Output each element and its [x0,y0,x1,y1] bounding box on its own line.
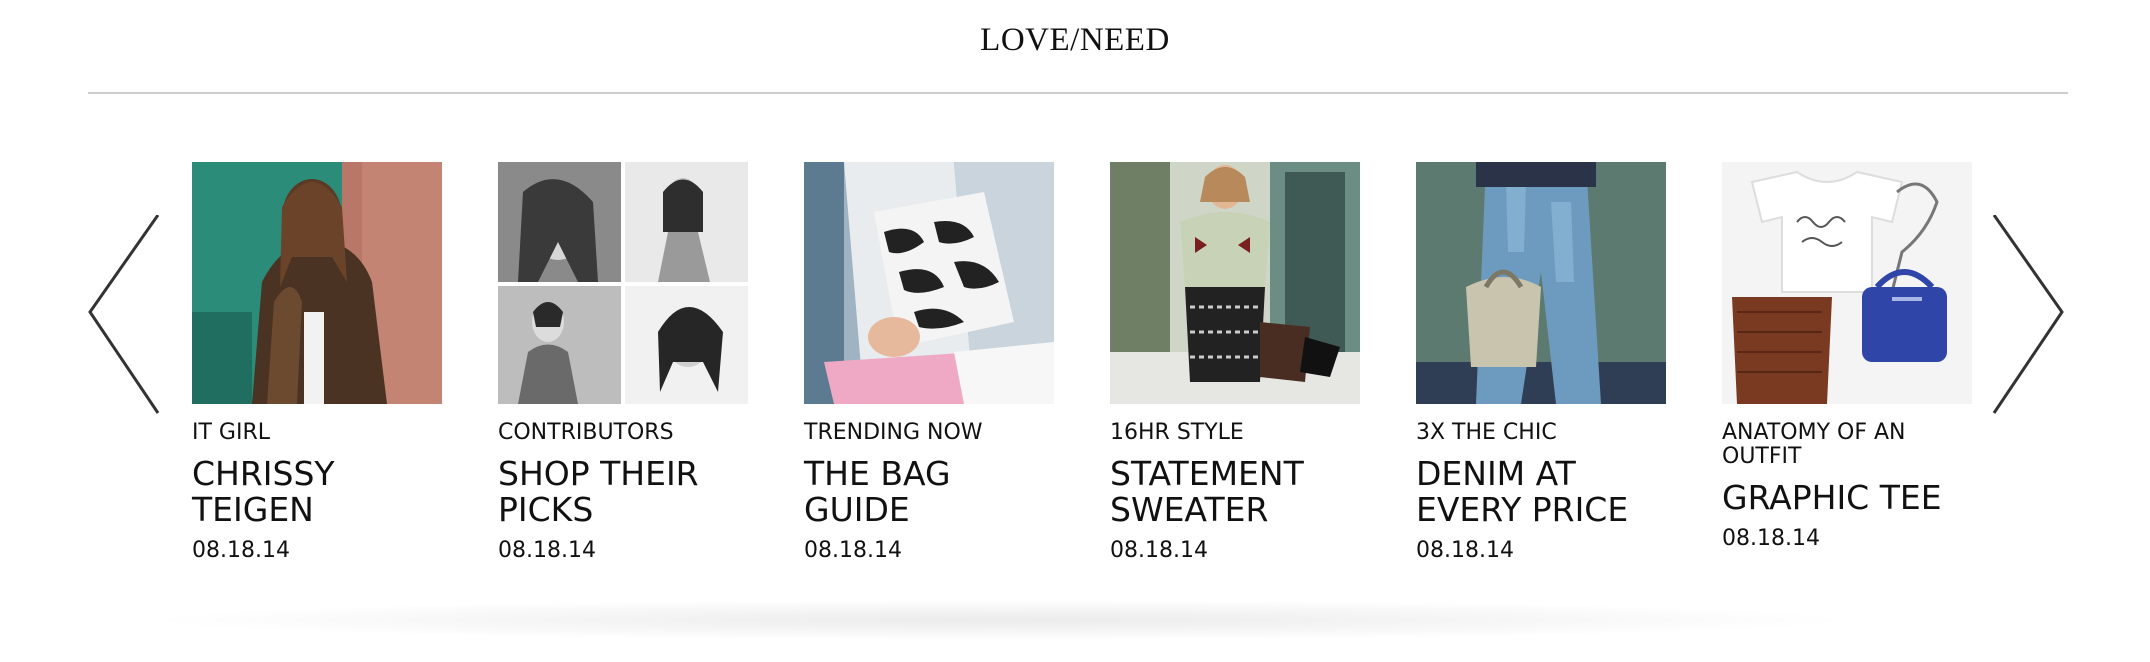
card-category: CONTRIBUTORS [498,420,674,445]
card-date: 08.18.14 [192,538,290,563]
carousel-prev-button[interactable] [82,215,162,415]
section-title: LOVE/NEED [980,22,1170,58]
card-date: 08.18.14 [1110,538,1208,563]
card-date: 08.18.14 [1722,526,1820,551]
card-category: TRENDING NOW [804,420,983,445]
card-thumbnail[interactable] [1416,162,1666,404]
chevron-right-icon [1992,215,2064,414]
carousel-card-contributors[interactable]: CONTRIBUTORS SHOP THEIR PICKS 08.18.14 [498,162,748,564]
card-thumbnail[interactable] [1722,162,1972,404]
carousel-card-graphic-tee[interactable]: ANATOMY OF AN OUTFIT GRAPHIC TEE 08.18.1… [1722,162,1972,552]
carousel-card-statement-sweater[interactable]: 16HR STYLE STATEMENT SWEATER 08.18.14 [1110,162,1360,564]
chevron-left-icon [88,215,160,414]
card-headline[interactable]: SHOP THEIR PICKS [498,456,748,528]
carousel-shadow [160,600,1840,640]
carousel-card-bag-guide[interactable]: TRENDING NOW THE BAG GUIDE 08.18.14 [804,162,1054,564]
card-category: 3X THE CHIC [1416,420,1557,445]
card-thumbnail[interactable] [804,162,1054,404]
card-headline[interactable]: DENIM AT EVERY PRICE [1416,456,1666,528]
card-date: 08.18.14 [804,538,902,563]
card-thumbnail[interactable] [1110,162,1360,404]
card-category: IT GIRL [192,420,270,445]
card-headline[interactable]: STATEMENT SWEATER [1110,456,1360,528]
divider [88,92,2068,94]
card-headline[interactable]: THE BAG GUIDE [804,456,1054,528]
card-thumbnail[interactable] [192,162,442,404]
card-thumbnail[interactable] [498,162,748,404]
carousel-card-chrissy-teigen[interactable]: IT GIRL CHRISSY TEIGEN 08.18.14 [192,162,442,564]
carousel-card-denim[interactable]: 3X THE CHIC DENIM AT EVERY PRICE 08.18.1… [1416,162,1666,564]
card-category: 16HR STYLE [1110,420,1244,445]
card-headline[interactable]: GRAPHIC TEE [1722,480,1972,516]
carousel-next-button[interactable] [1990,215,2070,415]
card-category: ANATOMY OF AN OUTFIT [1722,420,1906,469]
card-date: 08.18.14 [498,538,596,563]
card-date: 08.18.14 [1416,538,1514,563]
card-headline[interactable]: CHRISSY TEIGEN [192,456,442,528]
